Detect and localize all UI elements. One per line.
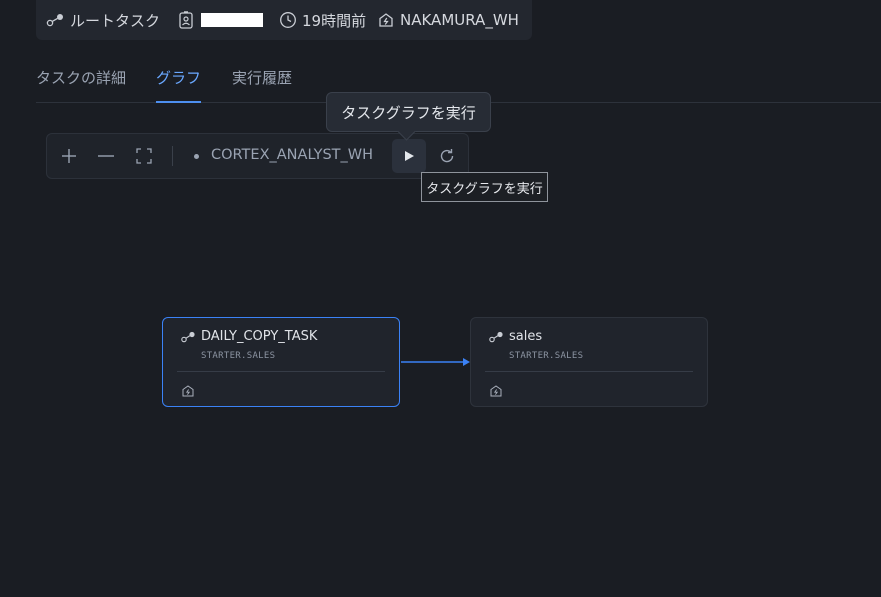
node-title: sales <box>509 329 543 344</box>
task-node-daily-copy-task[interactable]: DAILY_COPY_TASK STARTER.SALES <box>162 317 400 407</box>
graph-edge <box>401 358 470 366</box>
node-schema: STARTER.SALES <box>201 351 276 361</box>
task-graph-icon <box>181 331 195 343</box>
node-schema: STARTER.SALES <box>509 351 584 361</box>
warehouse-icon <box>182 385 194 397</box>
task-graph-icon <box>489 331 503 343</box>
node-divider <box>177 371 385 372</box>
warehouse-icon <box>490 385 502 397</box>
task-node-sales[interactable]: sales STARTER.SALES <box>470 317 708 407</box>
node-divider <box>485 371 693 372</box>
node-title: DAILY_COPY_TASK <box>201 329 318 344</box>
